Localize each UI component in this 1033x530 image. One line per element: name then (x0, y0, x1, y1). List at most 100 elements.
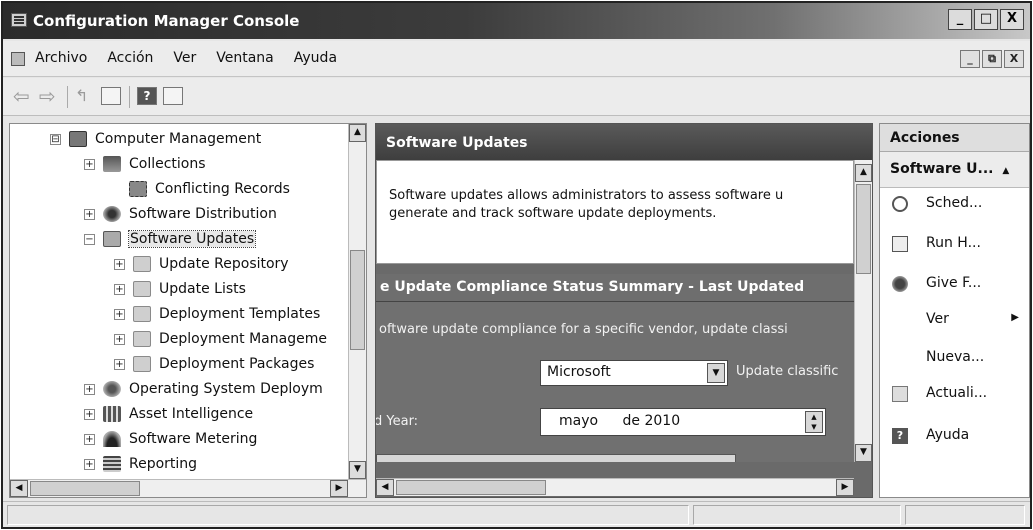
tree-vertical-scrollbar[interactable]: ▲ ▼ (348, 124, 366, 479)
action-item-label: Actuali... (926, 385, 988, 401)
action-item[interactable]: Actuali... (880, 382, 1029, 408)
expand-toggle-icon[interactable]: − (84, 233, 95, 245)
document-icon[interactable] (11, 52, 25, 66)
tree-item-label: Software Updates (127, 230, 257, 248)
vendor-dropdown[interactable]: Microsoft ▼ (540, 360, 728, 386)
doc-minimize-button[interactable]: _ (960, 50, 980, 68)
details-pane: Software Updates Software updates allows… (375, 123, 873, 498)
tree-horizontal-scrollbar[interactable]: ◀ ▶ (10, 479, 366, 497)
expand-toggle-icon[interactable]: + (84, 408, 95, 420)
tree-item[interactable]: + Update Lists (114, 278, 246, 300)
tree-item[interactable]: + Deployment Packages (114, 353, 314, 375)
status-cell (905, 505, 1025, 525)
expand-toggle-icon[interactable]: + (84, 433, 95, 445)
action-item[interactable]: Run H... (880, 232, 1029, 258)
expand-toggle-icon (110, 184, 121, 195)
show-hide-tree-icon[interactable] (101, 87, 121, 105)
tree-item-label: Asset Intelligence (129, 406, 254, 422)
os-deployment-icon (103, 381, 121, 397)
doc-close-button[interactable]: X (1004, 50, 1024, 68)
expand-toggle-icon[interactable]: + (84, 158, 95, 170)
expand-toggle-icon[interactable]: + (84, 208, 95, 220)
collections-icon (103, 156, 121, 172)
folder-icon (133, 306, 151, 322)
software-updates-icon (103, 231, 121, 247)
tree-item[interactable]: + Deployment Manageme (114, 328, 327, 350)
collapse-icon[interactable]: ▲ (1002, 166, 1009, 176)
scroll-down-button[interactable]: ▼ (349, 461, 366, 479)
expand-toggle-icon[interactable]: + (114, 308, 125, 320)
menu-ventana[interactable]: Ventana (216, 50, 274, 66)
scroll-right-button[interactable]: ▶ (836, 479, 854, 496)
computer-management-icon (69, 131, 87, 147)
document-caption-buttons: _ ⧉ X (960, 50, 1024, 68)
doc-restore-button[interactable]: ⧉ (982, 50, 1002, 68)
tree-item-label: Operating System Deploym (129, 381, 323, 397)
minimize-button[interactable]: _ (948, 9, 972, 30)
tree-item[interactable]: + Operating System Deploym (84, 378, 323, 400)
forward-arrow-icon[interactable]: ⇨ (39, 86, 61, 107)
tree-item-label: Software Distribution (129, 206, 277, 222)
tree-item[interactable]: + Software Distribution (84, 203, 277, 225)
scroll-thumb[interactable] (856, 184, 871, 274)
chevron-down-icon[interactable]: ▼ (707, 363, 725, 383)
menu-archivo[interactable]: Archivo (35, 50, 87, 66)
year-label: d Year: (376, 414, 419, 429)
scroll-up-button[interactable]: ▲ (349, 124, 366, 142)
expand-toggle-icon[interactable]: + (114, 258, 125, 270)
tree-item[interactable]: ⊟ Computer Management (50, 128, 261, 150)
scroll-left-button[interactable]: ◀ (10, 480, 28, 497)
console-tree-pane: ⊟ Computer Management + Collections Conflict… (9, 123, 367, 498)
refresh-icon (892, 386, 908, 402)
details-horizontal-scrollbar[interactable]: ◀ ▶ (376, 478, 854, 496)
show-hide-action-pane-icon[interactable] (163, 87, 183, 105)
submenu-arrow-icon: ▶ (1011, 312, 1019, 323)
expand-toggle-icon[interactable]: ⊟ (50, 133, 61, 145)
main-window: Configuration Manager Console _ □ X Arch… (1, 1, 1032, 529)
close-button[interactable]: X (1000, 9, 1024, 30)
scroll-thumb[interactable] (396, 480, 546, 495)
menu-ayuda[interactable]: Ayuda (294, 50, 337, 66)
scroll-left-button[interactable]: ◀ (376, 479, 394, 496)
tree-item-label: Deployment Templates (159, 306, 321, 322)
actions-subheader[interactable]: Software U... ▲ (880, 152, 1029, 188)
toolbar: ⇦ ⇨ ↰ ? (3, 78, 1030, 116)
details-vertical-scrollbar[interactable]: ▲ ▼ (854, 160, 872, 462)
month-year-picker[interactable]: mayo de 2010 ▲ ▼ (540, 408, 826, 436)
back-arrow-icon[interactable]: ⇦ (13, 86, 35, 107)
action-item[interactable]: Ver ▶ (880, 308, 1029, 334)
tree-item[interactable]: − Software Updates (84, 228, 257, 250)
classification-label: Update classific (736, 364, 839, 379)
expand-toggle-icon[interactable]: + (114, 283, 125, 295)
menu-accion[interactable]: Acción (107, 50, 153, 66)
expand-toggle-icon[interactable]: + (114, 333, 125, 345)
expand-toggle-icon[interactable]: + (84, 383, 95, 395)
tree-item-label: Software Metering (129, 431, 258, 447)
action-item-label: Ver (926, 311, 949, 327)
tree-item[interactable]: + Asset Intelligence (84, 403, 253, 425)
maximize-button[interactable]: □ (974, 9, 998, 30)
action-item[interactable]: Give F... (880, 272, 1029, 298)
conflicting-records-icon (129, 181, 147, 197)
menu-ver[interactable]: Ver (173, 50, 196, 66)
help-icon[interactable]: ? (137, 87, 157, 105)
up-level-icon[interactable]: ↰ (75, 87, 97, 107)
spin-buttons[interactable]: ▲ ▼ (805, 411, 823, 433)
tree-item[interactable]: + Update Repository (114, 253, 289, 275)
tree-item[interactable]: + Reporting (84, 453, 197, 475)
tree-item[interactable]: + Collections (84, 153, 206, 175)
expand-toggle-icon[interactable]: + (84, 458, 95, 470)
scroll-thumb[interactable] (350, 250, 365, 350)
scroll-down-button[interactable]: ▼ (855, 444, 872, 462)
action-item[interactable]: Nueva... (880, 346, 1029, 372)
tree-item[interactable]: Conflicting Records (110, 178, 290, 200)
scroll-thumb[interactable] (30, 481, 140, 496)
scroll-up-button[interactable]: ▲ (855, 164, 872, 182)
tree-item[interactable]: + Software Metering (84, 428, 257, 450)
scroll-right-button[interactable]: ▶ (330, 480, 348, 497)
tree-item[interactable]: + Deployment Templates (114, 303, 320, 325)
action-item[interactable]: ? Ayuda (880, 424, 1029, 450)
expand-toggle-icon[interactable]: + (114, 358, 125, 370)
action-item[interactable]: Sched... (880, 192, 1029, 218)
title-bar[interactable]: Configuration Manager Console _ □ X (3, 3, 1030, 39)
